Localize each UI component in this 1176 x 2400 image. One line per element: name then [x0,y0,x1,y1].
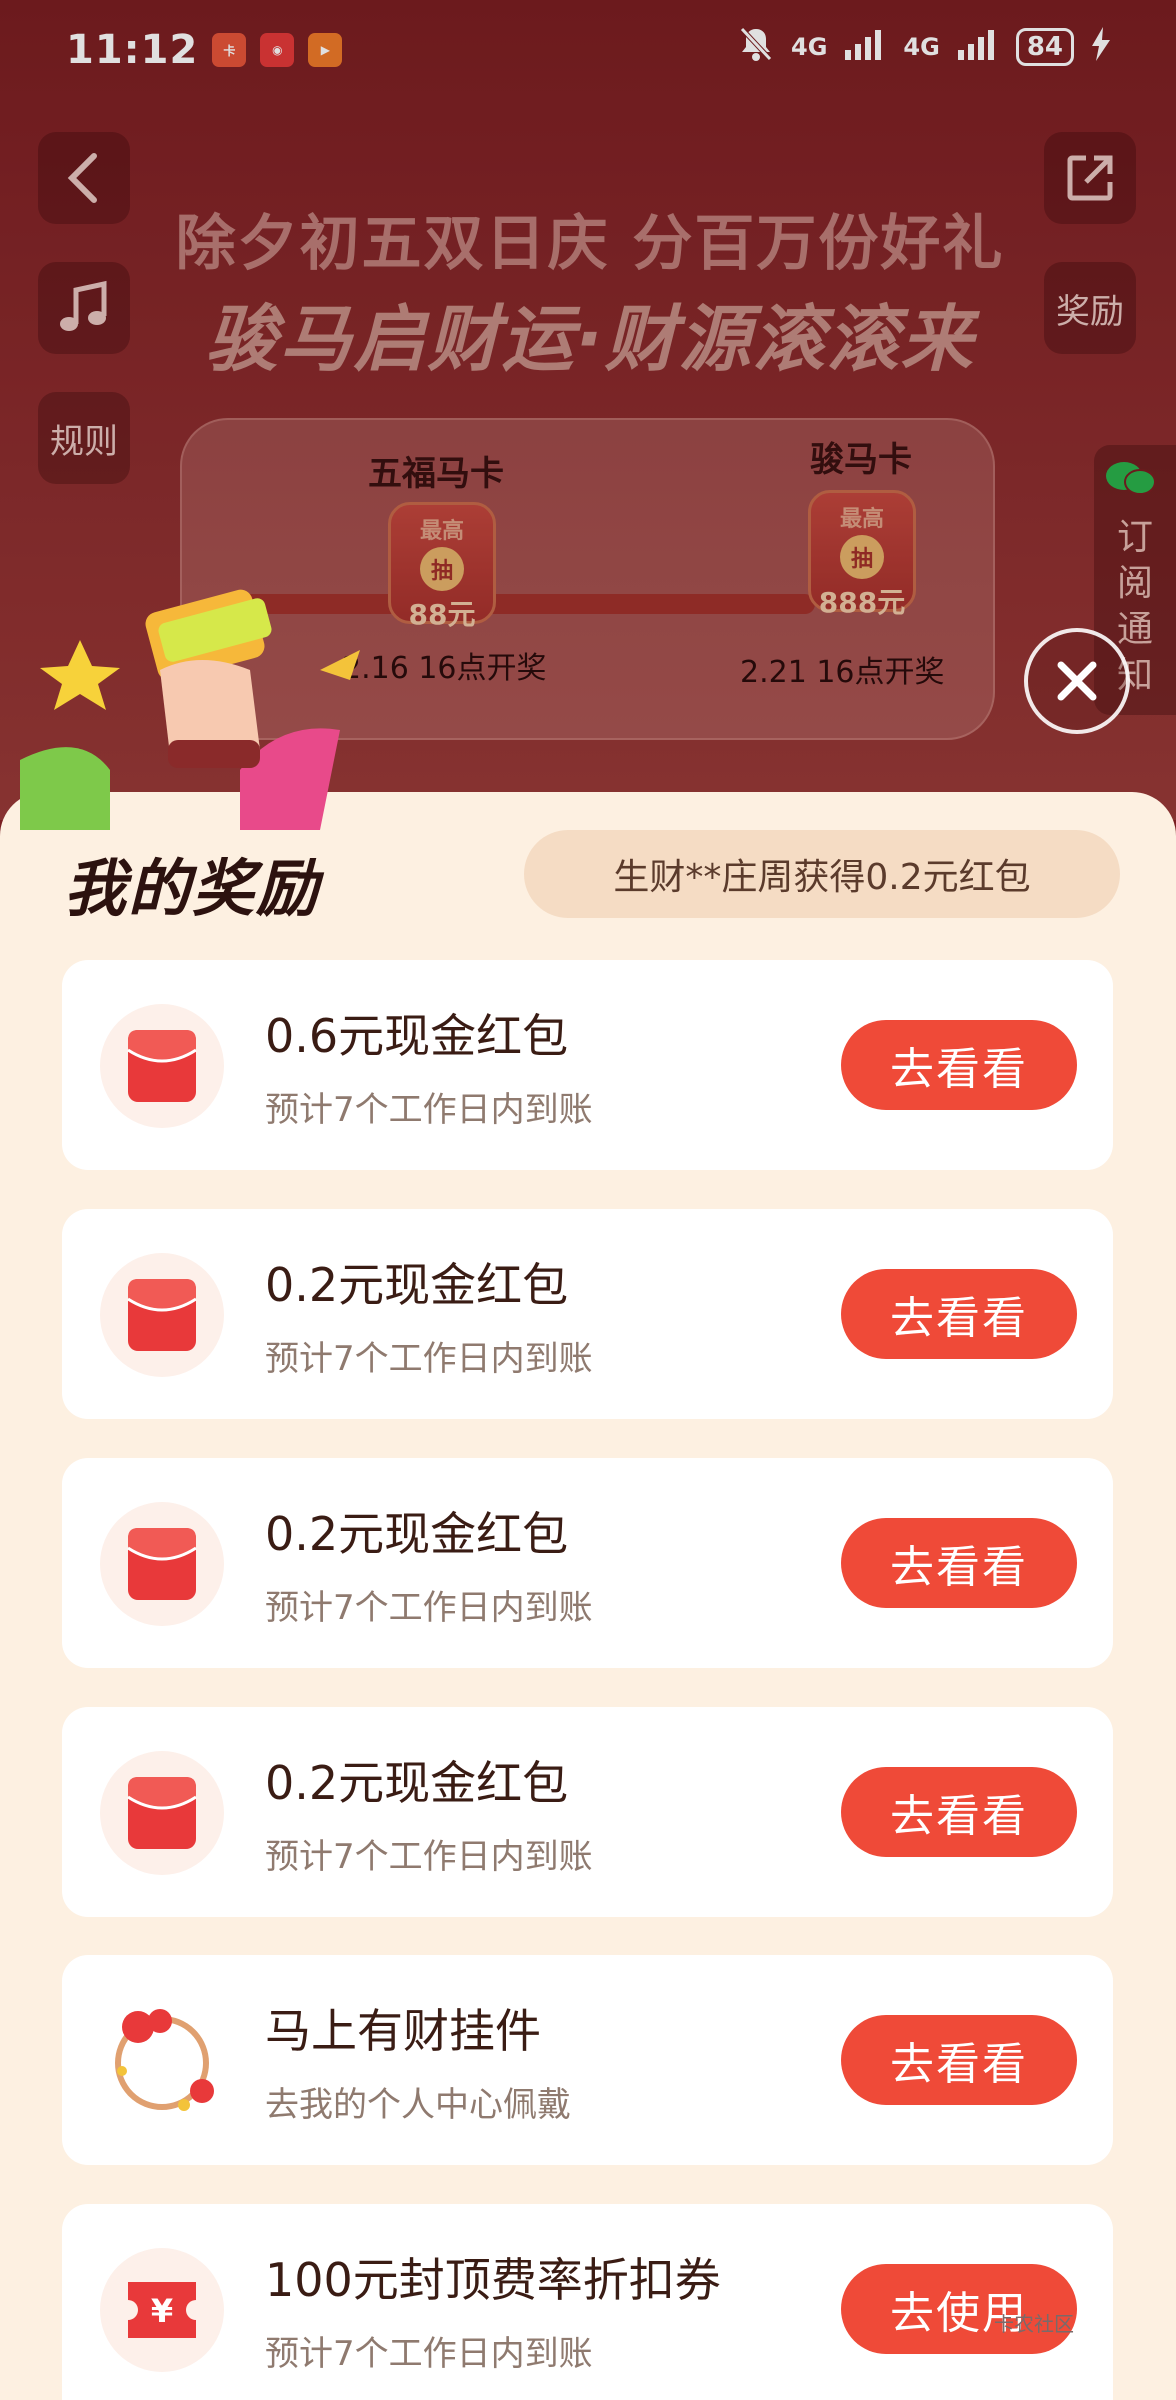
reward-item-5: 马上有财挂件 去我的个人中心佩戴 去看看 [62,1955,1113,2165]
reward-item-4: 0.2元现金红包 预计7个工作日内到账 去看看 [62,1707,1113,1917]
reward-icon-wrap [100,1004,224,1128]
reward-subtitle: 去我的个人中心佩戴 [265,2085,571,2125]
sheet-title: 我的奖励 [64,852,321,925]
winner-ticker: 生财**庄周获得0.2元红包 [524,830,1120,918]
reward-item-3: 0.2元现金红包 预计7个工作日内到账 去看看 [62,1458,1113,1668]
reward-title: 100元封顶费率折扣券 [265,2253,721,2307]
red-envelope-icon [127,1279,197,1351]
reward-icon-wrap [100,1502,224,1626]
hand-holding-card-icon [20,589,360,830]
reward-icon-wrap: ¥ [100,2248,224,2372]
red-envelope-icon [127,1030,197,1102]
reward-subtitle: 预计7个工作日内到账 [265,1837,593,1877]
reward-subtitle: 预计7个工作日内到账 [265,1339,593,1379]
close-icon [1057,661,1097,701]
svg-text:¥: ¥ [151,2292,173,2330]
reward-title: 0.6元现金红包 [265,1009,569,1063]
reward-item-1: 0.6元现金红包 预计7个工作日内到账 去看看 [62,960,1113,1170]
reward-view-button[interactable]: 去看看 [841,1269,1077,1359]
watermark: 卡农社区 [994,2312,1074,2336]
reward-item-2: 0.2元现金红包 预计7个工作日内到账 去看看 [62,1209,1113,1419]
coupon-icon: ¥ [128,2282,196,2338]
reward-title: 0.2元现金红包 [265,1507,569,1561]
red-envelope-icon [127,1777,197,1849]
reward-title: 马上有财挂件 [265,2004,541,2058]
reward-title: 0.2元现金红包 [265,1756,569,1810]
reward-subtitle: 预计7个工作日内到账 [265,1090,593,1130]
reward-view-button[interactable]: 去看看 [841,1020,1077,1110]
close-button[interactable] [1024,628,1130,734]
reward-view-button[interactable]: 去看看 [841,2015,1077,2105]
reward-subtitle: 预计7个工作日内到账 [265,2334,593,2374]
reward-icon-wrap [100,1999,224,2123]
reward-view-button[interactable]: 去看看 [841,1518,1077,1608]
reward-item-6: ¥ 100元封顶费率折扣券 预计7个工作日内到账 去使用 [62,2204,1113,2400]
red-envelope-icon [127,1528,197,1600]
reward-icon-wrap [100,1253,224,1377]
reward-title: 0.2元现金红包 [265,1258,569,1312]
bracelet-pendant-icon [115,2009,214,2111]
reward-view-button[interactable]: 去看看 [841,1767,1077,1857]
reward-subtitle: 预计7个工作日内到账 [265,1588,593,1628]
reward-icon-wrap [100,1751,224,1875]
